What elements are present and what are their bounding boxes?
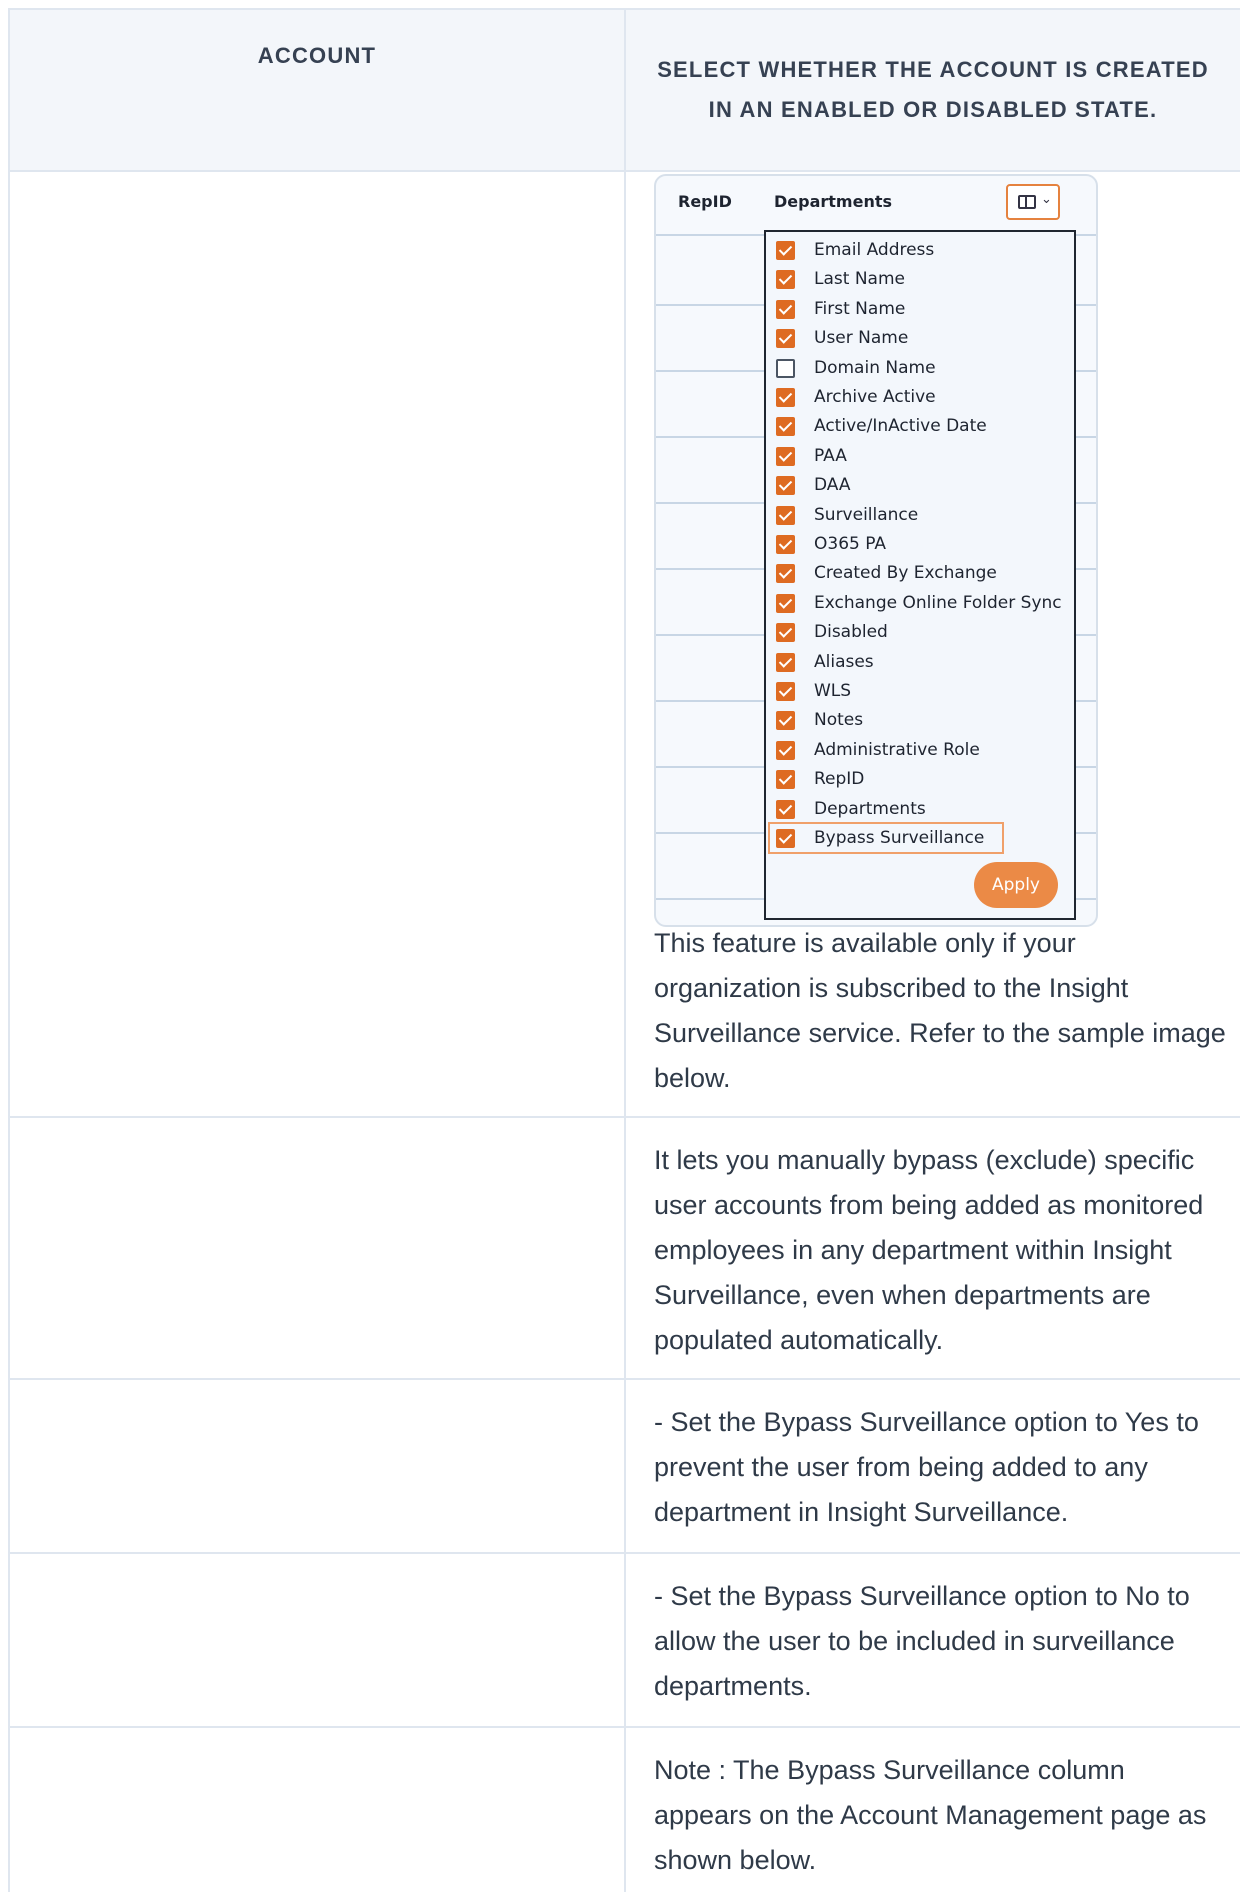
column-option[interactable]: First Name xyxy=(774,295,1068,323)
checkbox-checked-icon[interactable] xyxy=(776,593,795,613)
row-3-description: - Set the Bypass Surveillance option to … xyxy=(654,1407,1199,1527)
checkbox-checked-icon[interactable] xyxy=(776,476,795,496)
checkbox-checked-icon[interactable] xyxy=(776,388,795,407)
column-option[interactable]: WLS xyxy=(774,677,1068,705)
row-5-description: Note : The Bypass Surveillance column ap… xyxy=(654,1755,1207,1875)
column-option-label: Domain Name xyxy=(814,357,936,378)
checkbox-checked-icon[interactable] xyxy=(776,299,795,319)
column-option[interactable]: User Name xyxy=(774,324,1068,352)
column-option-label: Last Name xyxy=(814,269,905,290)
checkbox-checked-icon[interactable] xyxy=(776,770,795,790)
checkbox-checked-icon[interactable] xyxy=(776,711,795,731)
column-option[interactable]: RepID xyxy=(774,765,1068,793)
checkbox-checked-icon[interactable] xyxy=(776,505,795,525)
row-1-description: This feature is available only if your o… xyxy=(654,928,1226,1093)
apply-button[interactable]: Apply xyxy=(974,862,1058,908)
description-column-header: SELECT WHETHER THE ACCOUNT IS CREATED IN… xyxy=(657,57,1209,122)
column-option[interactable]: Created By Exchange xyxy=(774,559,1068,587)
column-option-label: Surveillance xyxy=(814,504,919,525)
row-2-description: It lets you manually bypass (exclude) sp… xyxy=(654,1145,1204,1355)
checkbox-checked-icon[interactable] xyxy=(776,446,795,466)
column-header-repid: RepID xyxy=(678,192,732,211)
column-option[interactable]: Archive Active xyxy=(774,383,1068,411)
checkbox-checked-icon[interactable] xyxy=(776,740,795,760)
column-option-label: Departments xyxy=(814,798,926,819)
row-divider xyxy=(10,1726,1240,1728)
column-option-label: DAA xyxy=(814,475,851,496)
row-4-description: - Set the Bypass Surveillance option to … xyxy=(654,1581,1190,1701)
column-option-label: Created By Exchange xyxy=(814,563,997,584)
column-chooser-toggle[interactable]: ⌄ xyxy=(1006,184,1060,220)
column-option-label: Archive Active xyxy=(814,387,936,407)
column-option-label: Exchange Online Folder Sync xyxy=(814,592,1062,613)
column-option[interactable]: Email Address xyxy=(774,236,1068,264)
column-option-label: Aliases xyxy=(814,651,874,672)
column-option-label: User Name xyxy=(814,328,909,349)
column-option[interactable]: Departments xyxy=(774,795,1068,823)
column-option[interactable]: Disabled xyxy=(774,618,1068,646)
column-option-label: Bypass Surveillance xyxy=(814,828,985,848)
column-option-label: Notes xyxy=(814,710,864,731)
column-option[interactable]: Active/InActive Date xyxy=(774,412,1068,440)
checkbox-checked-icon[interactable] xyxy=(776,270,795,290)
column-option[interactable]: Aliases xyxy=(774,648,1068,676)
columns-icon xyxy=(1018,195,1036,209)
column-option-label: RepID xyxy=(814,769,865,790)
checkbox-checked-icon[interactable] xyxy=(776,652,795,672)
column-option-label: WLS xyxy=(814,681,852,701)
row-divider xyxy=(10,1378,1240,1380)
checkbox-checked-icon[interactable] xyxy=(776,329,795,349)
account-column-header: ACCOUNT xyxy=(257,43,377,68)
grid-header: RepID Departments ⌄ xyxy=(656,176,1096,232)
column-header-departments: Departments xyxy=(774,192,893,211)
row-divider xyxy=(10,1552,1240,1554)
column-option-label: O365 PA xyxy=(814,534,887,554)
column-option-label: Active/InActive Date xyxy=(814,416,987,437)
checkbox-checked-icon[interactable] xyxy=(776,535,795,554)
column-option[interactable]: Notes xyxy=(774,706,1068,734)
column-option[interactable]: Last Name xyxy=(774,265,1068,293)
column-option-label: Disabled xyxy=(814,622,888,643)
checkbox-checked-icon[interactable] xyxy=(776,417,795,437)
column-option[interactable]: PAA xyxy=(774,442,1068,470)
column-option[interactable]: Surveillance xyxy=(774,501,1068,529)
column-option[interactable]: Administrative Role xyxy=(774,736,1068,764)
column-option[interactable]: O365 PA xyxy=(774,530,1068,558)
column-option[interactable]: DAA xyxy=(774,471,1068,499)
column-options-list: Email Address Last Name First Name User Nam… xyxy=(764,230,1076,920)
column-option[interactable]: Exchange Online Folder Sync xyxy=(774,589,1068,617)
checkbox-checked-icon[interactable] xyxy=(776,829,795,848)
chevron-down-icon: ⌄ xyxy=(1041,192,1052,207)
column-option-label: Email Address xyxy=(814,240,935,260)
checkbox-unchecked-icon[interactable] xyxy=(776,358,795,378)
column-option-label: First Name xyxy=(814,298,906,319)
checkbox-checked-icon[interactable] xyxy=(776,623,795,643)
column-option-label: PAA xyxy=(814,445,847,466)
checkbox-checked-icon[interactable] xyxy=(776,241,795,260)
column-option[interactable]: Bypass Surveillance xyxy=(768,822,1004,854)
checkbox-checked-icon[interactable] xyxy=(776,682,795,701)
checkbox-checked-icon[interactable] xyxy=(776,564,795,584)
row-divider xyxy=(10,1116,1240,1118)
column-option[interactable]: Domain Name xyxy=(774,354,1068,382)
checkbox-checked-icon[interactable] xyxy=(776,799,795,819)
column-option-label: Administrative Role xyxy=(814,739,980,760)
account-settings-table: ACCOUNT SELECT WHETHER THE ACCOUNT IS CR… xyxy=(8,8,1240,1892)
column-divider xyxy=(624,10,626,1892)
column-chooser-screenshot: RepID Departments ⌄ Email Address Last Na… xyxy=(654,174,1098,927)
